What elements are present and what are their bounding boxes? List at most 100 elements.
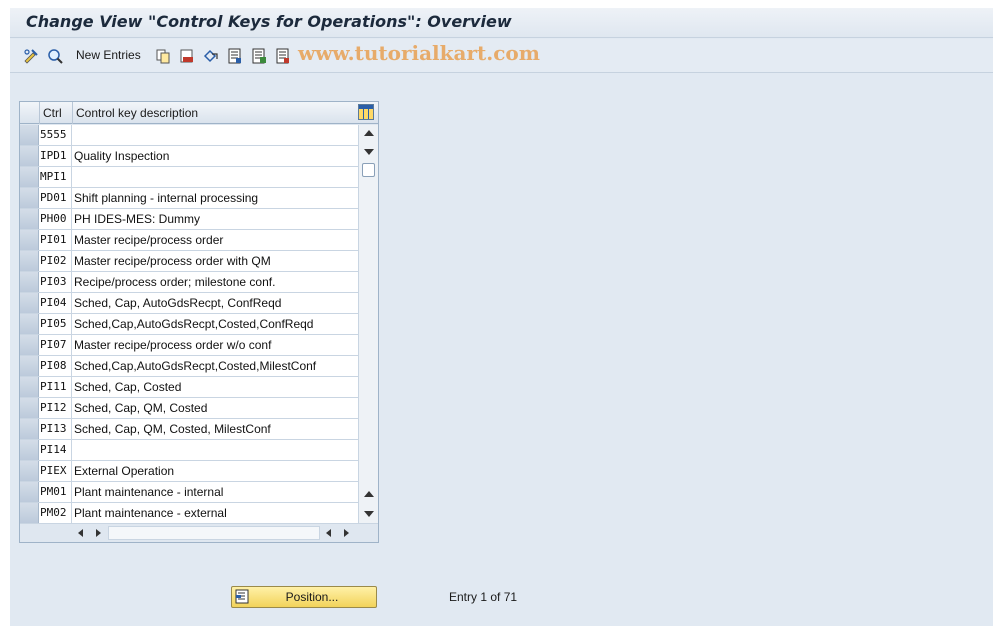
table-row[interactable]: PI05 Sched,Cap,AutoGdsRecpt,Costed,ConfRe… [20,314,358,335]
scroll-up-icon[interactable] [364,130,374,136]
cell-control-key[interactable]: PI04 [39,293,72,313]
cell-description[interactable]: Master recipe/process order w/o conf [73,335,358,355]
row-selector[interactable] [20,356,39,376]
scroll-left-icon[interactable] [78,529,83,537]
row-selector[interactable] [20,503,39,523]
cell-control-key[interactable]: IPD1 [39,146,72,166]
position-button[interactable]: Position... [231,586,377,608]
table-row[interactable]: PI02 Master recipe/process order with QM [20,251,358,272]
cell-description[interactable]: Master recipe/process order [73,230,358,250]
cell-description[interactable]: Sched, Cap, QM, Costed, MilestConf [73,419,358,439]
cell-control-key[interactable]: PI13 [39,419,72,439]
scroll-right-end-icon[interactable] [344,529,349,537]
scroll-page-up-icon[interactable] [364,491,374,497]
row-selector[interactable] [20,419,39,439]
cell-control-key[interactable]: PI01 [39,230,72,250]
cell-description[interactable]: Sched,Cap,AutoGdsRecpt,Costed,MilestConf [73,356,358,376]
column-header-ctrl[interactable]: Ctrl [43,106,62,120]
cell-description[interactable]: External Operation [73,461,358,481]
row-selector[interactable] [20,251,39,271]
cell-description[interactable]: Sched, Cap, QM, Costed [73,398,358,418]
undo-change-icon[interactable] [202,47,220,65]
cell-control-key[interactable]: PI07 [39,335,72,355]
display-change-icon[interactable] [22,47,40,65]
cell-control-key[interactable]: PI11 [39,377,72,397]
cell-description[interactable] [73,440,358,460]
cell-control-key[interactable]: PI03 [39,272,72,292]
cell-description[interactable]: PH IDES-MES: Dummy [73,209,358,229]
row-selector[interactable] [20,188,39,208]
new-entries-button[interactable]: New Entries [76,48,141,62]
cell-control-key[interactable]: PM01 [39,482,72,502]
vertical-scrollbar[interactable] [358,125,378,523]
delete-icon[interactable] [178,47,196,65]
row-selector[interactable] [20,272,39,292]
cell-description[interactable]: Quality Inspection [73,146,358,166]
table-row[interactable]: PI08 Sched,Cap,AutoGdsRecpt,Costed,Milest… [20,356,358,377]
cell-description[interactable]: Sched, Cap, AutoGdsRecpt, ConfReqd [73,293,358,313]
cell-description[interactable]: Plant maintenance - external [73,503,358,523]
row-selector[interactable] [20,146,39,166]
scroll-right-icon[interactable] [96,529,101,537]
copy-icon[interactable] [154,47,172,65]
select-all-icon[interactable] [226,47,244,65]
cell-control-key[interactable]: PI12 [39,398,72,418]
table-row[interactable]: PI12 Sched, Cap, QM, Costed [20,398,358,419]
cell-description[interactable] [73,167,358,187]
cell-description[interactable]: Shift planning - internal processing [73,188,358,208]
cell-description[interactable]: Recipe/process order; milestone conf. [73,272,358,292]
cell-control-key[interactable]: PIEX [39,461,72,481]
cell-control-key[interactable]: PD01 [39,188,72,208]
table-row[interactable]: PI01 Master recipe/process order [20,230,358,251]
cell-description[interactable]: Master recipe/process order with QM [73,251,358,271]
select-block-icon[interactable] [250,47,268,65]
row-selector[interactable] [20,125,39,145]
row-selector[interactable] [20,377,39,397]
cell-description[interactable] [73,125,358,145]
scroll-down-icon[interactable] [364,511,374,517]
row-selector[interactable] [20,398,39,418]
table-row[interactable]: PI07 Master recipe/process order w/o conf [20,335,358,356]
scroll-page-down-icon[interactable] [364,149,374,155]
row-selector[interactable] [20,440,39,460]
horizontal-scrollbar[interactable] [20,523,378,542]
row-selector[interactable] [20,482,39,502]
table-row[interactable]: PM01 Plant maintenance - internal [20,482,358,503]
cell-control-key[interactable]: MPI1 [39,167,72,187]
column-header-description[interactable]: Control key description [76,106,198,120]
row-selector[interactable] [20,167,39,187]
table-row[interactable]: PI13 Sched, Cap, QM, Costed, MilestConf [20,419,358,440]
row-selector[interactable] [20,230,39,250]
cell-description[interactable]: Sched,Cap,AutoGdsRecpt,Costed,ConfReqd [73,314,358,334]
horizontal-scroll-track[interactable] [108,526,320,540]
row-selector[interactable] [20,293,39,313]
cell-description[interactable]: Plant maintenance - internal [73,482,358,502]
row-selector[interactable] [20,461,39,481]
row-selector[interactable] [20,335,39,355]
table-row[interactable]: PH00 PH IDES-MES: Dummy [20,209,358,230]
table-settings-icon[interactable] [358,104,374,120]
cell-control-key[interactable]: 5555 [39,125,72,145]
scroll-thumb[interactable] [362,163,375,177]
table-row[interactable]: PM02 Plant maintenance - external [20,503,358,524]
cell-control-key[interactable]: PI14 [39,440,72,460]
cell-control-key[interactable]: PI02 [39,251,72,271]
cell-control-key[interactable]: PI05 [39,314,72,334]
cell-control-key[interactable]: PH00 [39,209,72,229]
row-selector[interactable] [20,314,39,334]
table-row[interactable]: PI14 [20,440,358,461]
cell-control-key[interactable]: PM02 [39,503,72,523]
scroll-left-end-icon[interactable] [326,529,331,537]
table-row[interactable]: MPI1 [20,167,358,188]
table-row[interactable]: PI11 Sched, Cap, Costed [20,377,358,398]
cell-description[interactable]: Sched, Cap, Costed [73,377,358,397]
table-row[interactable]: PIEX External Operation [20,461,358,482]
deselect-all-icon[interactable] [274,47,292,65]
table-row[interactable]: 5555 [20,125,358,146]
table-row[interactable]: PI03 Recipe/process order; milestone conf… [20,272,358,293]
table-row[interactable]: PD01 Shift planning - internal processing [20,188,358,209]
row-selector[interactable] [20,209,39,229]
details-icon[interactable] [46,47,64,65]
table-row[interactable]: IPD1 Quality Inspection [20,146,358,167]
cell-control-key[interactable]: PI08 [39,356,72,376]
